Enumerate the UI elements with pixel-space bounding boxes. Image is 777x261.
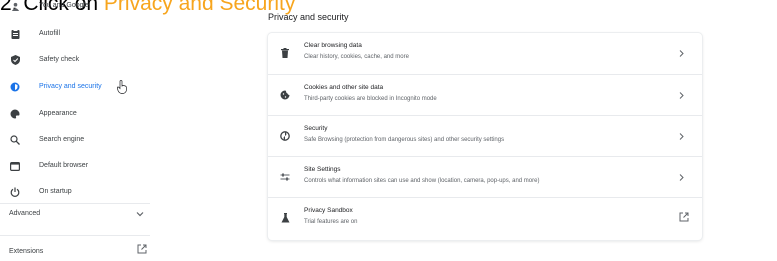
palette-icon [10,109,20,119]
sidebar-item-extensions[interactable]: Extensions [9,248,43,255]
cookie-icon [280,90,290,100]
sidebar-item-on-startup[interactable]: On startup [0,182,160,202]
settings-row-cookies[interactable]: Cookies and other site data Third-party … [268,74,702,116]
chevron-right-icon [679,174,684,181]
search-icon [10,135,20,145]
sidebar-item-label: Search engine [39,136,85,143]
settings-row-security[interactable]: Security Safe Browsing (protection from … [268,115,702,157]
open-external-icon[interactable] [137,244,147,254]
sidebar-item-label: Default browser [39,162,89,169]
chevron-right-icon [679,50,684,57]
row-description: Clear history, cookies, cache, and more [304,54,409,60]
row-title: Clear browsing data [304,42,362,49]
sidebar-divider [0,203,150,204]
chevron-down-icon[interactable] [136,211,144,217]
row-description: Controls what information sites can use … [304,178,540,184]
page-title: Privacy and security [268,12,349,22]
shield-check-icon [10,55,20,65]
settings-row-privacy-sandbox[interactable]: Privacy Sandbox Trial features are on [268,197,702,239]
person-icon [10,1,20,11]
row-title: Privacy Sandbox [304,207,353,214]
sidebar-item-label: You and Google [39,2,89,9]
sidebar-item-label: On startup [39,188,72,195]
sidebar-item-default-browser[interactable]: Default browser [0,156,160,176]
sidebar-item-label: Autofill [39,30,61,37]
privacy-settings-card: Clear browsing data Clear history, cooki… [268,33,702,240]
sidebar-advanced-toggle[interactable]: Advanced [9,210,40,217]
sidebar-item-search-engine[interactable]: Search engine [0,130,160,150]
chevron-right-icon [679,133,684,140]
flask-icon [280,213,290,223]
row-description: Third-party cookies are blocked in Incog… [304,96,437,102]
sidebar-item-privacy-and-security[interactable]: Privacy and security [0,77,160,97]
hand-cursor-icon [117,80,127,94]
row-description: Safe Browsing (protection from dangerous… [304,137,505,143]
settings-sidebar: You and Google Autofill Safety check Pri… [0,0,160,261]
row-description: Trial features are on [304,219,358,225]
browser-icon [10,161,20,171]
sidebar-item-label: Privacy and security [39,83,102,90]
row-title: Site Settings [304,166,341,173]
trash-icon [280,48,290,58]
open-external-icon[interactable] [679,212,689,222]
sidebar-item-safety-check[interactable]: Safety check [0,50,160,70]
shield-icon [10,82,20,92]
chevron-right-icon [679,92,684,99]
security-globe-icon [280,131,290,141]
sliders-icon [280,172,290,182]
sidebar-divider [0,235,150,236]
sidebar-item-you-and-google[interactable]: You and Google [0,0,160,16]
sidebar-item-appearance[interactable]: Appearance [0,104,160,124]
sidebar-item-autofill[interactable]: Autofill [0,24,160,44]
power-icon [10,187,20,197]
row-title: Cookies and other site data [304,84,384,91]
sidebar-item-label: Appearance [39,110,77,117]
settings-row-clear-browsing-data[interactable]: Clear browsing data Clear history, cooki… [268,33,702,74]
clipboard-icon [10,29,20,39]
row-title: Security [304,125,328,132]
sidebar-item-label: Safety check [39,56,80,63]
settings-row-site-settings[interactable]: Site Settings Controls what information … [268,156,702,198]
